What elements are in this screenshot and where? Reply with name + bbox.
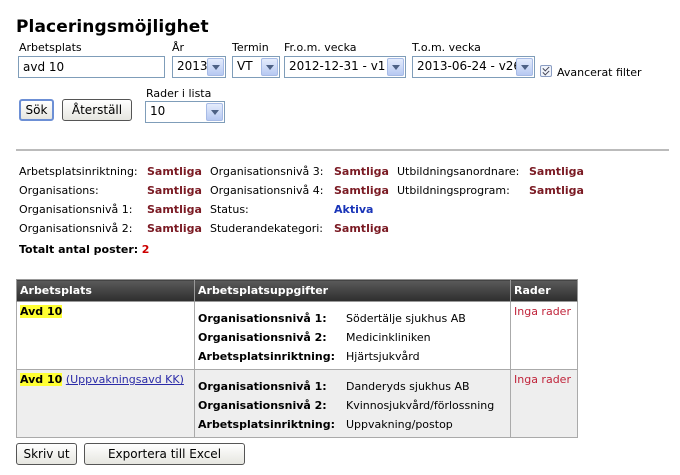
- detail-value: Medicinkliniken: [346, 331, 431, 344]
- to-week-label: T.o.m. vecka: [412, 41, 481, 54]
- summary-value: Samtliga: [334, 165, 389, 178]
- table-row: Avd 10 Organisationsnivå 1: Södertälje sj…: [16, 301, 578, 370]
- summary-label: Organisationsnivå 3:: [210, 165, 324, 178]
- summary-value: Samtliga: [147, 203, 202, 216]
- summary-item: Organisationsnivå 3: Samtliga: [210, 165, 389, 178]
- rows-cell: Inga rader: [510, 369, 578, 438]
- detail-line: Arbetsplatsinriktning: Hjärtsjukvård: [198, 347, 507, 366]
- summary-value: Samtliga: [334, 184, 389, 197]
- rows-per-list-select[interactable]: 10: [145, 101, 225, 123]
- term-select-value: VT: [237, 59, 253, 73]
- detail-line: Organisationsnivå 2: Medicinkliniken: [198, 328, 507, 347]
- chevron-down-icon: [387, 58, 404, 76]
- detail-line: Organisationsnivå 1: Danderyds sjukhus AB: [198, 377, 507, 396]
- summary-value: Samtliga: [529, 165, 584, 178]
- column-header: Arbetsplatsuppgifter: [194, 279, 511, 302]
- summary-item: Studerandekategori: Samtliga: [210, 222, 389, 235]
- detail-value: Kvinnosjukvård/förlossning: [346, 399, 495, 412]
- total-count: Totalt antal poster: 2: [19, 243, 149, 256]
- summary-item: Arbetsplatsinriktning: Samtliga: [19, 165, 202, 178]
- summary-value: Samtliga: [147, 184, 202, 197]
- workplace-input[interactable]: avd 10: [18, 56, 165, 78]
- status-value: Aktiva: [334, 203, 374, 216]
- column-header: Rader: [510, 279, 578, 302]
- detail-key: Arbetsplatsinriktning:: [198, 350, 336, 363]
- summary-item: Organisationsnivå 1: Samtliga: [19, 203, 202, 216]
- year-select-value: 2013: [177, 59, 208, 73]
- detail-key: Arbetsplatsinriktning:: [198, 418, 336, 431]
- workplace-cell: Avd 10: [16, 301, 195, 370]
- workplace-cell: Avd 10 (Uppvakningsavd KK): [16, 369, 195, 438]
- workplace-name: Avd 10: [20, 305, 63, 318]
- detail-key: Organisationsnivå 1:: [198, 380, 327, 393]
- workplace-label: Arbetsplats: [19, 41, 82, 54]
- total-value: 2: [141, 243, 150, 256]
- chevron-down-icon: [261, 58, 278, 76]
- chevron-down-icon: [207, 58, 224, 76]
- advanced-filter-link[interactable]: Avancerat filter: [557, 66, 642, 79]
- summary-label: Utbildningsprogram:: [397, 184, 510, 197]
- term-select[interactable]: VT: [232, 56, 280, 78]
- workplace-link[interactable]: (Uppvakningsavd KK): [66, 373, 184, 386]
- details-cell: Organisationsnivå 1: Danderyds sjukhus AB…: [194, 369, 511, 438]
- results-table: Arbetsplats Arbetsplatsuppgifter Rader A…: [16, 279, 578, 438]
- detail-value: Hjärtsjukvård: [346, 350, 420, 363]
- to-week-select[interactable]: 2013-06-24 - v26: [412, 56, 535, 78]
- double-chevron-down-icon[interactable]: [540, 65, 552, 77]
- summary-item: Status: Aktiva: [210, 203, 373, 216]
- year-label: År: [172, 41, 185, 54]
- detail-key: Organisationsnivå 1:: [198, 312, 327, 325]
- details-cell: Organisationsnivå 1: Södertälje sjukhus A…: [194, 301, 511, 370]
- summary-value: Samtliga: [334, 222, 389, 235]
- detail-value: Södertälje sjukhus AB: [346, 312, 466, 325]
- rows-per-list-label: Rader i lista: [146, 87, 212, 100]
- summary-item: Organisationsnivå 2: Samtliga: [19, 222, 202, 235]
- total-label: Totalt antal poster:: [19, 243, 139, 256]
- detail-key: Organisationsnivå 2:: [198, 331, 327, 344]
- summary-label: Utbildningsanordnare:: [397, 165, 520, 178]
- detail-value: Uppvakning/postop: [346, 418, 453, 431]
- detail-line: Arbetsplatsinriktning: Uppvakning/postop: [198, 415, 507, 434]
- summary-label: Status:: [210, 203, 249, 216]
- workplace-name: Avd 10: [20, 373, 63, 386]
- detail-key: Organisationsnivå 2:: [198, 399, 327, 412]
- from-week-select-value: 2012-12-31 - v1: [289, 59, 386, 73]
- from-week-select[interactable]: 2012-12-31 - v1: [284, 56, 406, 78]
- summary-item: Utbildningsanordnare: Samtliga: [397, 165, 584, 178]
- to-week-select-value: 2013-06-24 - v26: [417, 59, 522, 73]
- search-button[interactable]: Sök: [19, 99, 54, 121]
- year-select[interactable]: 2013: [172, 56, 226, 78]
- no-rows-text: Inga rader: [514, 305, 571, 318]
- summary-label: Organisations:: [19, 184, 99, 197]
- term-label: Termin: [232, 41, 269, 54]
- detail-line: Organisationsnivå 1: Södertälje sjukhus A…: [198, 309, 507, 328]
- summary-item: Organisations: Samtliga: [19, 184, 202, 197]
- summary-label: Organisationsnivå 4:: [210, 184, 324, 197]
- column-header[interactable]: Arbetsplats: [16, 279, 195, 302]
- chevron-down-icon: [516, 58, 533, 76]
- summary-label: Arbetsplatsinriktning:: [19, 165, 138, 178]
- summary-label: Organisationsnivå 1:: [19, 203, 133, 216]
- summary-label: Studerandekategori:: [210, 222, 323, 235]
- summary-value: Samtliga: [147, 222, 202, 235]
- from-week-label: Fr.o.m. vecka: [284, 41, 357, 54]
- detail-line: Organisationsnivå 2: Kvinnosjukvård/förlo…: [198, 396, 507, 415]
- no-rows-text: Inga rader: [514, 373, 571, 386]
- print-button[interactable]: Skriv ut: [16, 443, 77, 465]
- summary-value: Samtliga: [529, 184, 584, 197]
- rows-per-list-value: 10: [150, 104, 166, 118]
- reset-button[interactable]: Återställ: [62, 99, 132, 121]
- page-title: Placeringsmöjlighet: [16, 17, 209, 37]
- summary-value: Samtliga: [147, 165, 202, 178]
- summary-item: Utbildningsprogram: Samtliga: [397, 184, 584, 197]
- divider: [16, 149, 669, 151]
- rows-cell: Inga rader: [510, 301, 578, 370]
- detail-value: Danderyds sjukhus AB: [346, 380, 470, 393]
- export-excel-button[interactable]: Exportera till Excel: [84, 443, 245, 465]
- summary-label: Organisationsnivå 2:: [19, 222, 133, 235]
- table-row: Avd 10 (Uppvakningsavd KK) Organisations…: [16, 369, 578, 438]
- chevron-down-icon: [206, 103, 223, 121]
- summary-item: Organisationsnivå 4: Samtliga: [210, 184, 389, 197]
